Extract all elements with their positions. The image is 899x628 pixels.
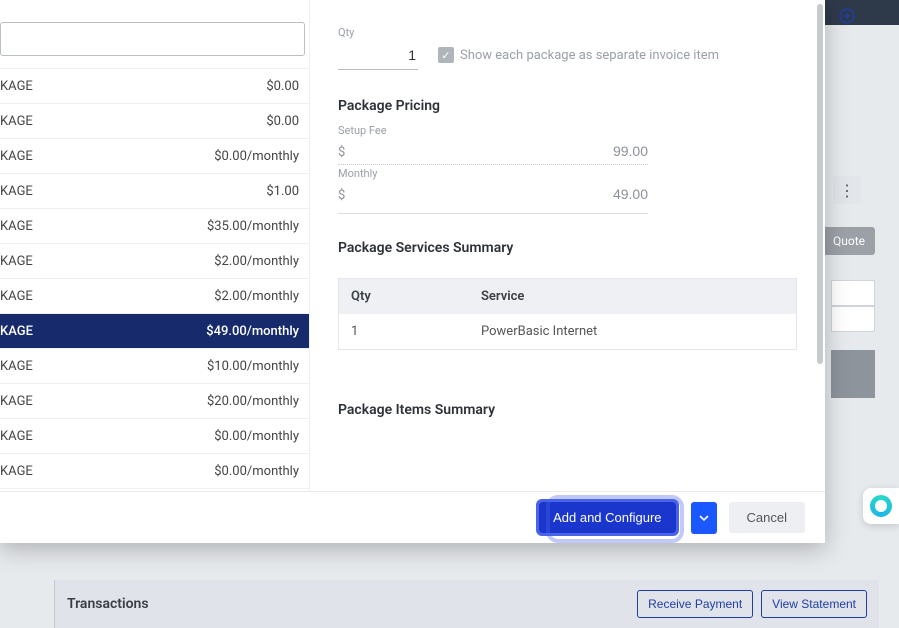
- summary-header-qty: Qty: [339, 279, 469, 314]
- bg-field-2: [831, 306, 875, 332]
- package-row[interactable]: KAGE $2.00/monthly: [0, 244, 309, 279]
- package-row[interactable]: KAGE $0.00: [0, 69, 309, 104]
- package-name: KAGE: [0, 114, 33, 129]
- summary-header-service: Service: [469, 279, 796, 314]
- show-separate-label: Show each package as separate invoice it…: [460, 48, 719, 63]
- receive-payment-button[interactable]: Receive Payment: [637, 590, 753, 618]
- package-search-input[interactable]: [0, 22, 305, 56]
- package-list[interactable]: KAGE$0.00KAGE$0.00KAGE$0.00/monthlyKAGE$…: [0, 68, 309, 491]
- package-row[interactable]: KAGE $2.00/monthly: [0, 279, 309, 314]
- summary-qty: 1: [339, 314, 469, 349]
- package-name: KAGE: [0, 324, 33, 339]
- package-row[interactable]: KAGE $10.00/monthly: [0, 349, 309, 384]
- services-summary-table: Qty Service 1PowerBasic Internet: [338, 278, 797, 350]
- monthly-label: Monthly: [338, 167, 648, 180]
- modal-scrollbar[interactable]: [817, 4, 823, 364]
- setup-fee-label: Setup Fee: [338, 124, 648, 137]
- package-name: KAGE: [0, 464, 33, 479]
- package-list-panel: KAGE$0.00KAGE$0.00KAGE$0.00/monthlyKAGE$…: [0, 0, 310, 491]
- package-name: KAGE: [0, 359, 33, 374]
- package-row[interactable]: KAGE $0.00: [0, 104, 309, 139]
- bg-field-1: [831, 280, 875, 306]
- package-row[interactable]: KAGE $0.00/monthly: [0, 454, 309, 489]
- package-row[interactable]: KAGE$20.00/monthly: [0, 489, 309, 491]
- view-statement-button[interactable]: View Statement: [761, 590, 867, 618]
- package-row[interactable]: KAGE $20.00/monthly: [0, 384, 309, 419]
- package-price: $1.00: [266, 184, 299, 199]
- package-price: $2.00/monthly: [214, 254, 299, 269]
- package-name: KAGE: [0, 219, 33, 234]
- currency-symbol: $: [338, 188, 345, 203]
- package-row[interactable]: KAGE $1.00: [0, 174, 309, 209]
- add-circle-icon[interactable]: [837, 6, 857, 26]
- setup-fee-input[interactable]: [351, 143, 648, 159]
- package-row[interactable]: KAGE $49.00/monthly: [0, 314, 309, 349]
- more-menu-icon[interactable]: ⋮: [833, 176, 861, 204]
- package-name: KAGE: [0, 289, 33, 304]
- add-configure-dropdown-toggle[interactable]: [691, 502, 717, 534]
- package-name: KAGE: [0, 149, 33, 164]
- package-price: $0.00/monthly: [214, 464, 299, 479]
- package-name: KAGE: [0, 79, 33, 94]
- package-name: KAGE: [0, 394, 33, 409]
- package-name: KAGE: [0, 429, 33, 444]
- package-row[interactable]: KAGE $0.00/monthly: [0, 419, 309, 454]
- qty-input[interactable]: [338, 41, 418, 70]
- package-price: $49.00/monthly: [206, 324, 299, 339]
- summary-service: PowerBasic Internet: [469, 314, 796, 349]
- package-name: KAGE: [0, 254, 33, 269]
- bg-panel: [831, 350, 875, 398]
- currency-symbol: $: [338, 145, 345, 160]
- package-price: $35.00/monthly: [207, 219, 299, 234]
- qty-label: Qty: [338, 26, 418, 39]
- package-price: $0.00: [266, 79, 299, 94]
- floating-help-button[interactable]: [863, 488, 899, 524]
- transactions-panel-header: Transactions Receive Payment View Statem…: [54, 580, 879, 628]
- modal-footer: Add and Configure Cancel: [0, 491, 825, 543]
- package-price: $0.00: [266, 114, 299, 129]
- package-select-modal: KAGE$0.00KAGE$0.00KAGE$0.00/monthlyKAGE$…: [0, 0, 825, 543]
- add-and-configure-button[interactable]: Add and Configure: [539, 502, 675, 533]
- package-price: $0.00/monthly: [214, 149, 299, 164]
- transactions-title: Transactions: [67, 596, 149, 612]
- package-row[interactable]: KAGE $35.00/monthly: [0, 209, 309, 244]
- package-name: KAGE: [0, 184, 33, 199]
- package-price: $0.00/monthly: [214, 429, 299, 444]
- items-summary-title: Package Items Summary: [338, 402, 797, 418]
- package-price: $10.00/monthly: [207, 359, 299, 374]
- package-price: $2.00/monthly: [214, 289, 299, 304]
- summary-row: 1PowerBasic Internet: [339, 314, 796, 349]
- cancel-button[interactable]: Cancel: [729, 502, 805, 533]
- show-separate-checkbox[interactable]: ✓: [438, 47, 454, 63]
- pricing-title: Package Pricing: [338, 98, 797, 114]
- package-row[interactable]: KAGE $0.00/monthly: [0, 139, 309, 174]
- quote-button[interactable]: Quote: [823, 227, 875, 255]
- help-icon: [870, 495, 892, 517]
- monthly-input[interactable]: [351, 186, 648, 202]
- package-details-panel: Qty ✓ Show each package as separate invo…: [310, 0, 825, 491]
- package-price: $20.00/monthly: [207, 394, 299, 409]
- services-summary-title: Package Services Summary: [338, 240, 797, 256]
